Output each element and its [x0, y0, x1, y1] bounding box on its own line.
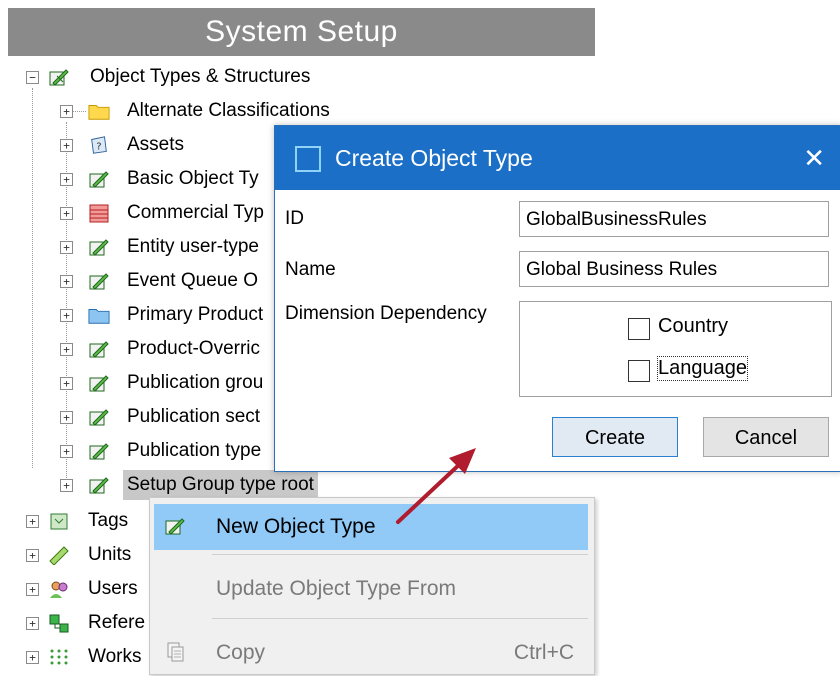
annotation-arrow [396, 448, 476, 524]
